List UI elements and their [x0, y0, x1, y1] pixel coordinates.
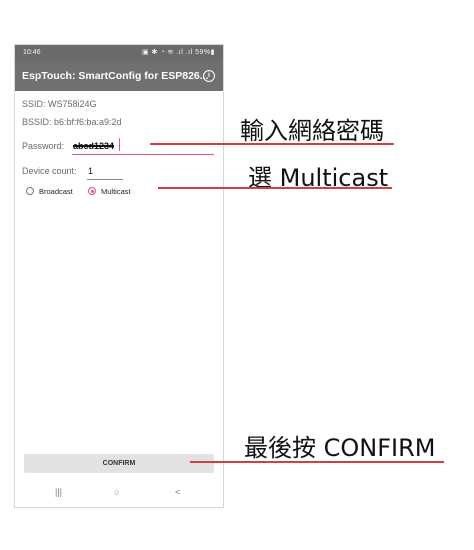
password-label: Password: [22, 141, 65, 151]
back-icon[interactable]: < [175, 487, 180, 497]
annotation-line-password [150, 143, 394, 145]
ssid-text: SSID: WS758i24G [22, 99, 97, 109]
status-time: 10:46 [23, 49, 41, 56]
annotation-password: 輸入網絡密碼 [240, 117, 384, 145]
info-icon[interactable]: i [203, 70, 215, 82]
confirm-button[interactable]: CONFIRM [24, 454, 214, 473]
text-cursor [119, 138, 120, 151]
device-count-input[interactable]: 1 [88, 166, 93, 176]
annotation-confirm: 最後按 CONFIRM [244, 434, 436, 462]
bssid-text: BSSID: b6:bf:f6:ba:a9:2d [22, 117, 122, 127]
radio-unchecked-icon [26, 187, 34, 195]
annotation-line-multicast [158, 187, 392, 189]
app-bar: EspTouch: SmartConfig for ESP826... i [15, 61, 223, 91]
radio-checked-icon [88, 187, 96, 195]
tutorial-screenshot: 10:46 ▣ ✱ ◔ ≋ .ıl .ıl 59%▮ EspTouch: Sma… [0, 0, 474, 550]
navigation-bar: ||| ○ < [15, 479, 223, 507]
status-bar: 10:46 ▣ ✱ ◔ ≋ .ıl .ıl 59%▮ [15, 45, 223, 61]
home-icon[interactable]: ○ [114, 487, 119, 497]
multicast-label: Multicast [101, 187, 131, 196]
app-title: EspTouch: SmartConfig for ESP826... [22, 70, 209, 82]
password-input[interactable]: abcd1234 [73, 141, 114, 151]
annotation-line-confirm [190, 461, 444, 463]
status-icons: ▣ ✱ ◔ ≋ .ıl .ıl 59%▮ [142, 49, 215, 56]
device-count-label: Device count: [22, 166, 77, 176]
recent-apps-icon[interactable]: ||| [55, 487, 62, 497]
broadcast-label: Broadcast [39, 187, 73, 196]
password-underline [72, 154, 214, 155]
phone-screen: 10:46 ▣ ✱ ◔ ≋ .ıl .ıl 59%▮ EspTouch: Sma… [14, 44, 224, 508]
device-count-underline [87, 179, 123, 180]
